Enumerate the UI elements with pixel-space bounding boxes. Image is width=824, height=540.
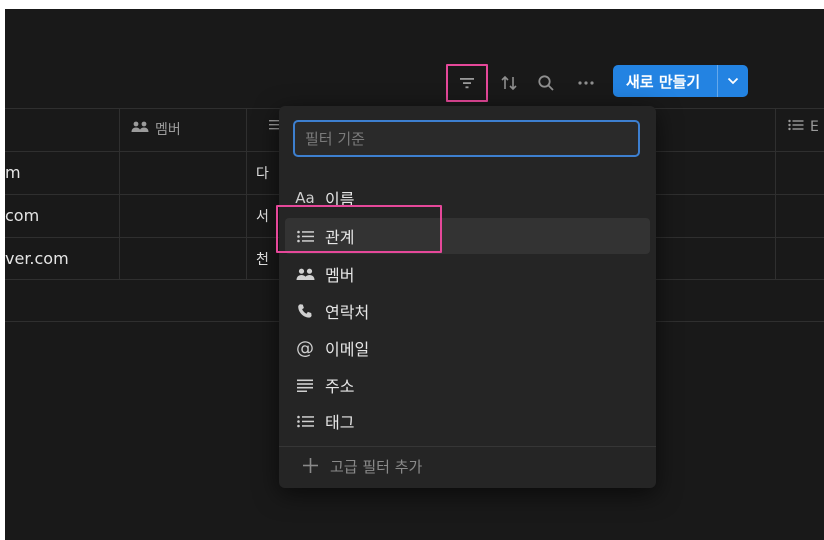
filter-search-input[interactable] bbox=[293, 120, 640, 157]
column-header-members[interactable]: 멤버 bbox=[131, 119, 181, 139]
filter-option-contact[interactable]: 연락처 bbox=[285, 293, 650, 329]
at-sign-icon: @ bbox=[296, 337, 314, 359]
filter-option-address[interactable]: 주소 bbox=[285, 367, 650, 403]
filter-option-tags[interactable]: 태그 bbox=[285, 403, 650, 439]
column-divider bbox=[775, 108, 776, 279]
list-icon bbox=[285, 415, 325, 428]
table-cell-text[interactable]: 다 bbox=[256, 163, 269, 183]
column-header-label: E bbox=[810, 119, 819, 135]
people-icon bbox=[131, 121, 149, 137]
phone-icon bbox=[285, 303, 325, 319]
title-icon: Aa bbox=[295, 189, 315, 207]
menu-divider bbox=[279, 446, 656, 447]
column-divider bbox=[246, 108, 247, 279]
column-divider bbox=[119, 108, 120, 279]
table-cell-email[interactable]: m bbox=[5, 163, 21, 182]
filter-option-label: 태그 bbox=[325, 413, 355, 432]
column-header-list[interactable]: E bbox=[788, 119, 819, 135]
sort-icon[interactable] bbox=[495, 69, 523, 97]
list-icon bbox=[788, 119, 804, 135]
filter-option-email[interactable]: @ 이메일 bbox=[285, 330, 650, 366]
filter-icon[interactable] bbox=[451, 69, 483, 97]
filter-dropdown: Aa 이름 관계 멤버 연락처 @ 이메일 bbox=[279, 106, 656, 488]
filter-option-label: 연락처 bbox=[325, 303, 370, 322]
list-icon bbox=[285, 230, 325, 243]
add-advanced-filter-button[interactable]: 고급 필터 추가 bbox=[303, 451, 422, 481]
filter-option-label: 주소 bbox=[325, 377, 355, 396]
filter-option-label: 관계 bbox=[325, 228, 355, 247]
filter-option-label: 이름 bbox=[325, 190, 355, 209]
new-button-label: 새로 만들기 bbox=[626, 72, 701, 91]
table-cell-text[interactable]: 서 bbox=[256, 206, 269, 226]
add-advanced-filter-label: 고급 필터 추가 bbox=[330, 457, 423, 476]
new-button[interactable]: 새로 만들기 bbox=[613, 65, 748, 97]
notion-window: 새로 만들기 멤버 E m com ver.com 다 서 천 필터 기준 Aa… bbox=[5, 9, 824, 540]
column-header-label: 멤버 bbox=[155, 122, 181, 138]
filter-option-relation[interactable]: 관계 bbox=[285, 218, 650, 254]
table-cell-email[interactable]: ver.com bbox=[5, 249, 69, 268]
plus-icon bbox=[303, 454, 318, 478]
people-icon bbox=[285, 268, 325, 281]
filter-option-label: 멤버 bbox=[325, 266, 355, 285]
filter-option-name[interactable]: Aa 이름 bbox=[285, 180, 650, 216]
chevron-down-icon[interactable] bbox=[718, 77, 748, 85]
table-cell-email[interactable]: com bbox=[5, 206, 39, 225]
table-cell-text[interactable]: 천 bbox=[256, 249, 269, 269]
more-icon[interactable] bbox=[572, 69, 600, 97]
search-icon[interactable] bbox=[532, 69, 560, 97]
filter-option-label: 이메일 bbox=[325, 340, 370, 359]
filter-option-members[interactable]: 멤버 bbox=[285, 256, 650, 292]
text-lines-icon bbox=[285, 379, 325, 392]
